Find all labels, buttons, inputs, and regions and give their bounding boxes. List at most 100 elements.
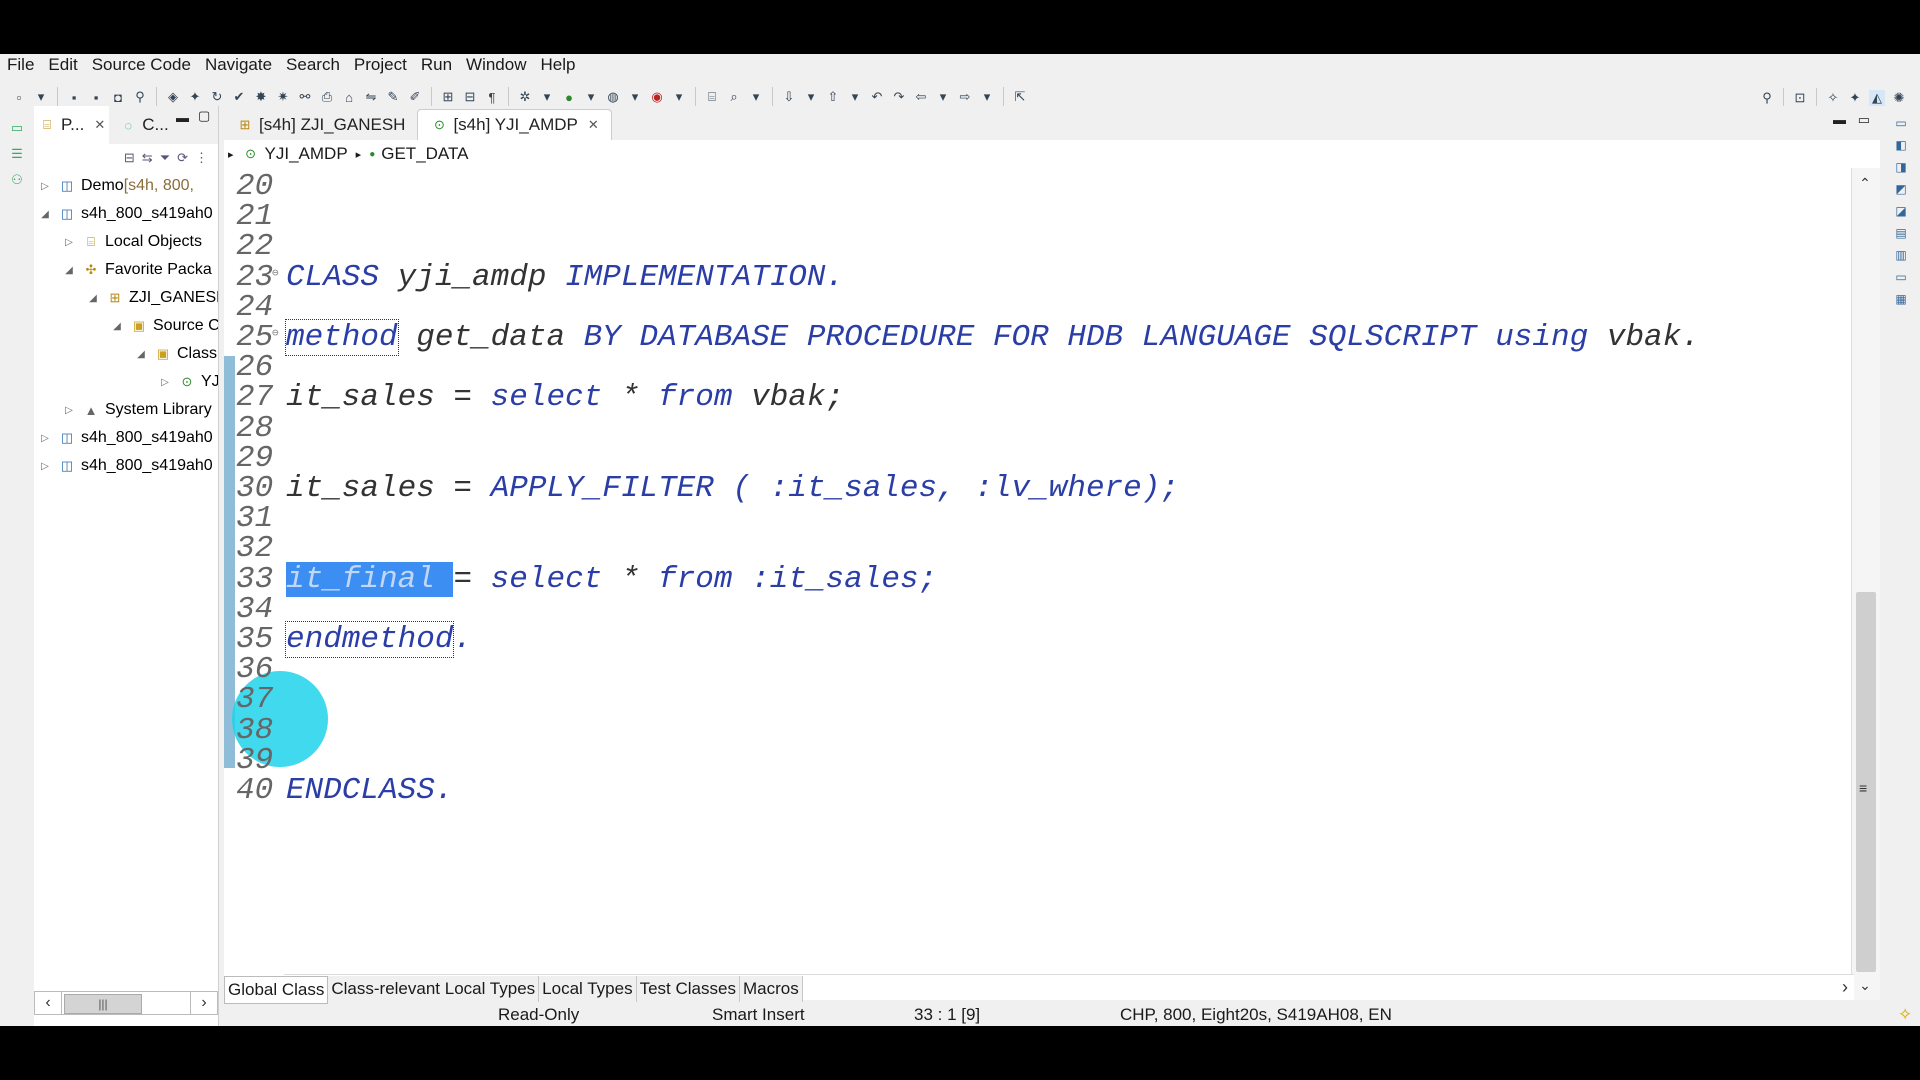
show-whitespace-icon[interactable]: ⊞ (440, 89, 456, 105)
activate-icon[interactable]: ✸ (253, 89, 269, 105)
tree-item[interactable]: ◢ ▣ Class (134, 340, 217, 368)
scroll-right-icon[interactable]: › (1842, 977, 1848, 998)
activate-all-icon[interactable]: ✷ (275, 89, 291, 105)
dropdown-icon[interactable]: ▾ (583, 89, 599, 105)
back-icon[interactable]: ⇦ (913, 89, 929, 105)
pin-editor-icon[interactable]: ⇱ (1012, 89, 1028, 105)
where-used-icon[interactable]: ⚯ (297, 89, 313, 105)
menu-search[interactable]: Search (279, 55, 347, 75)
task-icon[interactable]: ▦ (1895, 292, 1906, 306)
restore-icon[interactable]: ▭ (1895, 116, 1906, 130)
link-icon[interactable]: ⚲ (132, 89, 148, 105)
breadcrumb-class[interactable]: YJI_AMDP (265, 144, 348, 164)
toggle-mark-occurrences-icon[interactable]: ✎ (385, 89, 401, 105)
hierarchy-icon[interactable]: ⚇ (11, 172, 23, 188)
tree-item[interactable]: ▷ ◫ s4h_800_s419ah0 (38, 424, 213, 452)
tip-icon[interactable]: ✧ (1898, 1005, 1912, 1025)
close-icon[interactable]: ✕ (588, 117, 599, 133)
block-select-icon[interactable]: ⊟ (462, 89, 478, 105)
code-line[interactable]: 40 ENDCLASS. (224, 773, 1844, 810)
new-object-icon[interactable]: ✦ (187, 89, 203, 105)
dropdown-icon[interactable]: ▾ (33, 89, 49, 105)
menu-file[interactable]: File (0, 55, 41, 75)
run-config-icon[interactable]: ◍ (605, 89, 621, 105)
menu-edit[interactable]: Edit (41, 55, 84, 75)
save-icon[interactable]: ▪ (66, 89, 82, 105)
collapse-arrow-icon[interactable]: ▷ (38, 461, 52, 472)
last-edit-icon[interactable]: ↶ (869, 89, 885, 105)
problems-icon[interactable]: ◨ (1895, 160, 1906, 174)
menu-run[interactable]: Run (414, 55, 459, 75)
menu-window[interactable]: Window (459, 55, 533, 75)
expand-arrow-icon[interactable]: ◢ (62, 265, 76, 276)
dropdown-icon[interactable]: ▾ (539, 89, 555, 105)
tab-class-outline[interactable]: ◌ C... (115, 106, 172, 144)
run-icon[interactable]: ● (561, 89, 577, 105)
dropdown-icon[interactable]: ▾ (627, 89, 643, 105)
search-tool-icon[interactable]: ⌕ (726, 89, 742, 105)
menu-navigate[interactable]: Navigate (198, 55, 279, 75)
menu-project[interactable]: Project (347, 55, 414, 75)
menu-help[interactable]: Help (534, 55, 583, 75)
next-annotation-icon[interactable]: ⇩ (781, 89, 797, 105)
collapse-all-icon[interactable]: ⊟ (124, 150, 135, 166)
search-icon[interactable]: ⚲ (1759, 90, 1775, 106)
properties-icon[interactable]: ◧ (1895, 138, 1906, 152)
breadcrumb-method[interactable]: GET_DATA (381, 144, 468, 164)
expand-arrow-icon[interactable]: ◢ (110, 321, 124, 332)
link-with-editor-icon[interactable]: ⇆ (142, 150, 153, 166)
perspective-java-icon[interactable]: ✧ (1825, 90, 1841, 106)
section-tab-test-classes[interactable]: Test Classes (636, 976, 740, 1002)
filter-icon[interactable]: ⏷ (160, 150, 170, 166)
collapse-arrow-icon[interactable]: ▷ (62, 405, 76, 416)
collapse-arrow-icon[interactable]: ▷ (158, 377, 172, 388)
console-icon[interactable]: ▤ (1895, 226, 1906, 240)
expand-arrow-icon[interactable]: ◢ (86, 293, 100, 304)
editor-tab-zji-ganesh[interactable]: ⊞ [s4h] ZJI_GANESH (224, 110, 417, 140)
sync-icon[interactable]: ⟳ (177, 150, 188, 166)
collapse-arrow-icon[interactable]: ▷ (62, 237, 76, 248)
code-area[interactable]: 20 21 22 23 ⊖ CLASS yji_amdp IMPLEMENTATION. 2… (224, 168, 1844, 958)
view-menu-icon[interactable]: ⋮ (195, 150, 208, 166)
open-folder-icon[interactable]: ⌸ (704, 89, 720, 105)
section-tab-local-types[interactable]: Local Types (539, 976, 637, 1002)
previous-annotation-icon[interactable]: ⇧ (825, 89, 841, 105)
restore-icon[interactable]: ▭ (11, 120, 23, 136)
tree-item[interactable]: ▷ ◫ s4h_800_s419ah0 (38, 452, 213, 480)
outline-icon[interactable]: ☰ (11, 146, 23, 162)
tree-item[interactable]: ◢ ▣ Source C (110, 312, 218, 340)
restore-icon[interactable]: ▭ (1895, 270, 1906, 284)
dropdown-icon[interactable]: ▾ (847, 89, 863, 105)
menu-source-code[interactable]: Source Code (85, 55, 198, 75)
maximize-icon[interactable]: ▭ (1858, 112, 1870, 128)
minimize-icon[interactable]: ▬ (176, 110, 189, 125)
close-icon[interactable]: ✕ (94, 117, 105, 133)
dropdown-icon[interactable]: ▾ (671, 89, 687, 105)
tree-item[interactable]: ◢ ◫ s4h_800_s419ah0 (38, 200, 213, 228)
section-tab-macros[interactable]: Macros (739, 976, 803, 1002)
fold-icon[interactable]: ⊖ (272, 266, 279, 280)
check-icon[interactable]: ✔ (231, 89, 247, 105)
debug-icon[interactable]: ✲ (517, 89, 533, 105)
open-perspective-icon[interactable]: ⊡ (1792, 90, 1808, 106)
transport-icon[interactable]: ⇋ (363, 89, 379, 105)
tree-item[interactable]: ▷ ◫ Demo [s4h, 800, (38, 172, 194, 200)
collapse-arrow-icon[interactable]: ▷ (38, 433, 52, 444)
highlight-icon[interactable]: ✐ (407, 89, 423, 105)
package-icon[interactable]: ⌂ (341, 89, 357, 105)
section-tab-class-relevant-local-types[interactable]: Class-relevant Local Types (328, 976, 540, 1002)
forward-edit-icon[interactable]: ↷ (891, 89, 907, 105)
tree-item[interactable]: ▷ ⊙ YJI_AMDP (158, 368, 218, 396)
dropdown-icon[interactable]: ▾ (979, 89, 995, 105)
open-object-icon[interactable]: ◈ (165, 89, 181, 105)
external-tools-icon[interactable]: ◉ (649, 89, 665, 105)
tab-project-explorer[interactable]: ⌸ P... ✕ (34, 106, 110, 144)
feed-icon[interactable]: ◩ (1895, 182, 1906, 196)
expand-arrow-icon[interactable]: ◢ (134, 349, 148, 360)
collapse-arrow-icon[interactable]: ▷ (38, 181, 52, 192)
tree-item[interactable]: ◢ ⊞ ZJI_GANESH (86, 284, 218, 312)
section-tab-global-class[interactable]: Global Class (224, 976, 329, 1004)
scroll-down-icon[interactable]: ⌄ (1854, 974, 1876, 996)
code-editor[interactable]: 20 21 22 23 ⊖ CLASS yji_amdp IMPLEMENTATION. 2… (224, 168, 1880, 1000)
perspective-other-icon[interactable]: ✺ (1891, 90, 1907, 106)
